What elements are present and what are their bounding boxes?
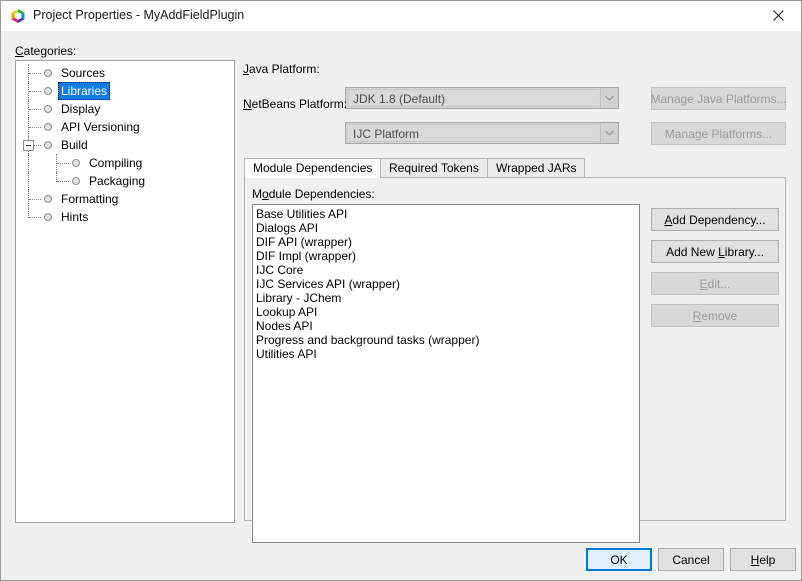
sidebar-item-formatting[interactable]: Formatting [16,190,234,208]
remove-button[interactable]: Remove [651,304,779,327]
categories-label: Categories: [15,44,76,58]
categories-tree[interactable]: SourcesLibrariesDisplayAPI VersioningBui… [15,60,235,523]
sidebar-item-label: Formatting [58,190,121,208]
tree-connector [29,127,41,128]
sidebar-item-label: Sources [58,64,108,82]
title-bar: Project Properties - MyAddFieldPlugin [1,1,801,32]
dialog-content: Categories: SourcesLibrariesDisplayAPI V… [1,31,801,580]
module-dependencies-label: Module Dependencies: [252,187,375,201]
ok-button[interactable]: OK [586,548,652,571]
tree-expand-toggle[interactable] [23,140,34,151]
tree-node-icon [44,195,52,203]
manage-platforms-label: Manage Platforms... [665,127,772,141]
manage-java-platforms-label: Manage Java Platforms... [650,92,786,106]
add-dependency-label: Add Dependency... [664,213,765,227]
tree-connector [29,199,41,200]
tree-connector [57,163,69,164]
netbeans-cube-icon [10,8,26,24]
chevron-down-icon [600,88,618,108]
sidebar-item-compiling[interactable]: Compiling [16,154,234,172]
java-platform-label: Java Platform: [243,62,320,76]
sidebar-item-label: Packaging [86,172,148,190]
tree-connector [29,73,41,74]
tree-node-icon [44,105,52,113]
tree-connector [29,91,41,92]
help-label: Help [751,553,776,567]
netbeans-platform-combobox[interactable]: IJC Platform [345,122,619,144]
java-platform-combobox[interactable]: JDK 1.8 (Default) [345,87,619,109]
sidebar-item-label: API Versioning [58,118,143,136]
list-item[interactable]: DIF API (wrapper) [255,235,639,249]
tree-node-icon [44,87,52,95]
window-title: Project Properties - MyAddFieldPlugin [33,8,244,22]
cancel-button[interactable]: Cancel [658,548,724,571]
list-item[interactable]: Lookup API [255,305,639,319]
tree-node-icon [72,159,80,167]
sidebar-item-packaging[interactable]: Packaging [16,172,234,190]
java-platform-value: JDK 1.8 (Default) [347,89,599,107]
module-dependencies-list[interactable]: Base Utilities APIDialogs APIDIF API (wr… [252,204,640,543]
manage-platforms-button[interactable]: Manage Platforms... [651,122,786,145]
close-icon [773,10,784,21]
manage-java-platforms-button[interactable]: Manage Java Platforms... [651,87,786,110]
list-item[interactable]: IJC Services API (wrapper) [255,277,639,291]
add-new-library-label: Add New Library... [666,245,764,259]
tree-node-icon [44,141,52,149]
add-new-library-button[interactable]: Add New Library... [651,240,779,263]
netbeans-platform-value: IJC Platform [347,124,599,142]
netbeans-platform-label: NetBeans Platform: [243,97,347,111]
tabstrip: Module DependenciesRequired TokensWrappe… [244,158,786,178]
tree-connector [28,154,29,172]
sidebar-item-label: Display [58,100,103,118]
chevron-down-icon [600,123,618,143]
tab-required-tokens[interactable]: Required Tokens [380,158,488,178]
tab-module-dependencies[interactable]: Module Dependencies [244,158,381,178]
tree-node-icon [72,177,80,185]
sidebar-item-label: Hints [58,208,91,226]
list-item[interactable]: Nodes API [255,319,639,333]
sidebar-item-label: Build [58,136,91,154]
sidebar-item-build[interactable]: Build [16,136,234,154]
cancel-label: Cancel [672,553,709,567]
sidebar-item-libraries[interactable]: Libraries [16,82,234,100]
list-item[interactable]: IJC Core [255,263,639,277]
help-button[interactable]: Help [730,548,796,571]
remove-label: Remove [693,309,738,323]
sidebar-item-label: Libraries [58,82,110,100]
sidebar-item-label: Compiling [86,154,145,172]
tree-connector [28,172,29,190]
tree-node-icon [44,123,52,131]
list-item[interactable]: DIF Impl (wrapper) [255,249,639,263]
sidebar-item-api-versioning[interactable]: API Versioning [16,118,234,136]
tree-connector [29,217,41,218]
sidebar-item-display[interactable]: Display [16,100,234,118]
tab-wrapped-jars[interactable]: Wrapped JARs [487,158,585,178]
project-properties-dialog: Project Properties - MyAddFieldPlugin Ca… [0,0,802,581]
sidebar-item-hints[interactable]: Hints [16,208,234,226]
tree-connector [57,181,69,182]
close-button[interactable] [755,1,801,30]
list-item[interactable]: Library - JChem [255,291,639,305]
edit-button[interactable]: Edit... [651,272,779,295]
edit-label: Edit... [700,277,731,291]
sidebar-item-sources[interactable]: Sources [16,64,234,82]
ok-label: OK [610,553,627,567]
list-item[interactable]: Utilities API [255,347,639,361]
tree-node-icon [44,213,52,221]
list-item[interactable]: Base Utilities API [255,207,639,221]
add-dependency-button[interactable]: Add Dependency... [651,208,779,231]
list-item[interactable]: Dialogs API [255,221,639,235]
tree-node-icon [44,69,52,77]
list-item[interactable]: Progress and background tasks (wrapper) [255,333,639,347]
tree-connector [29,109,41,110]
